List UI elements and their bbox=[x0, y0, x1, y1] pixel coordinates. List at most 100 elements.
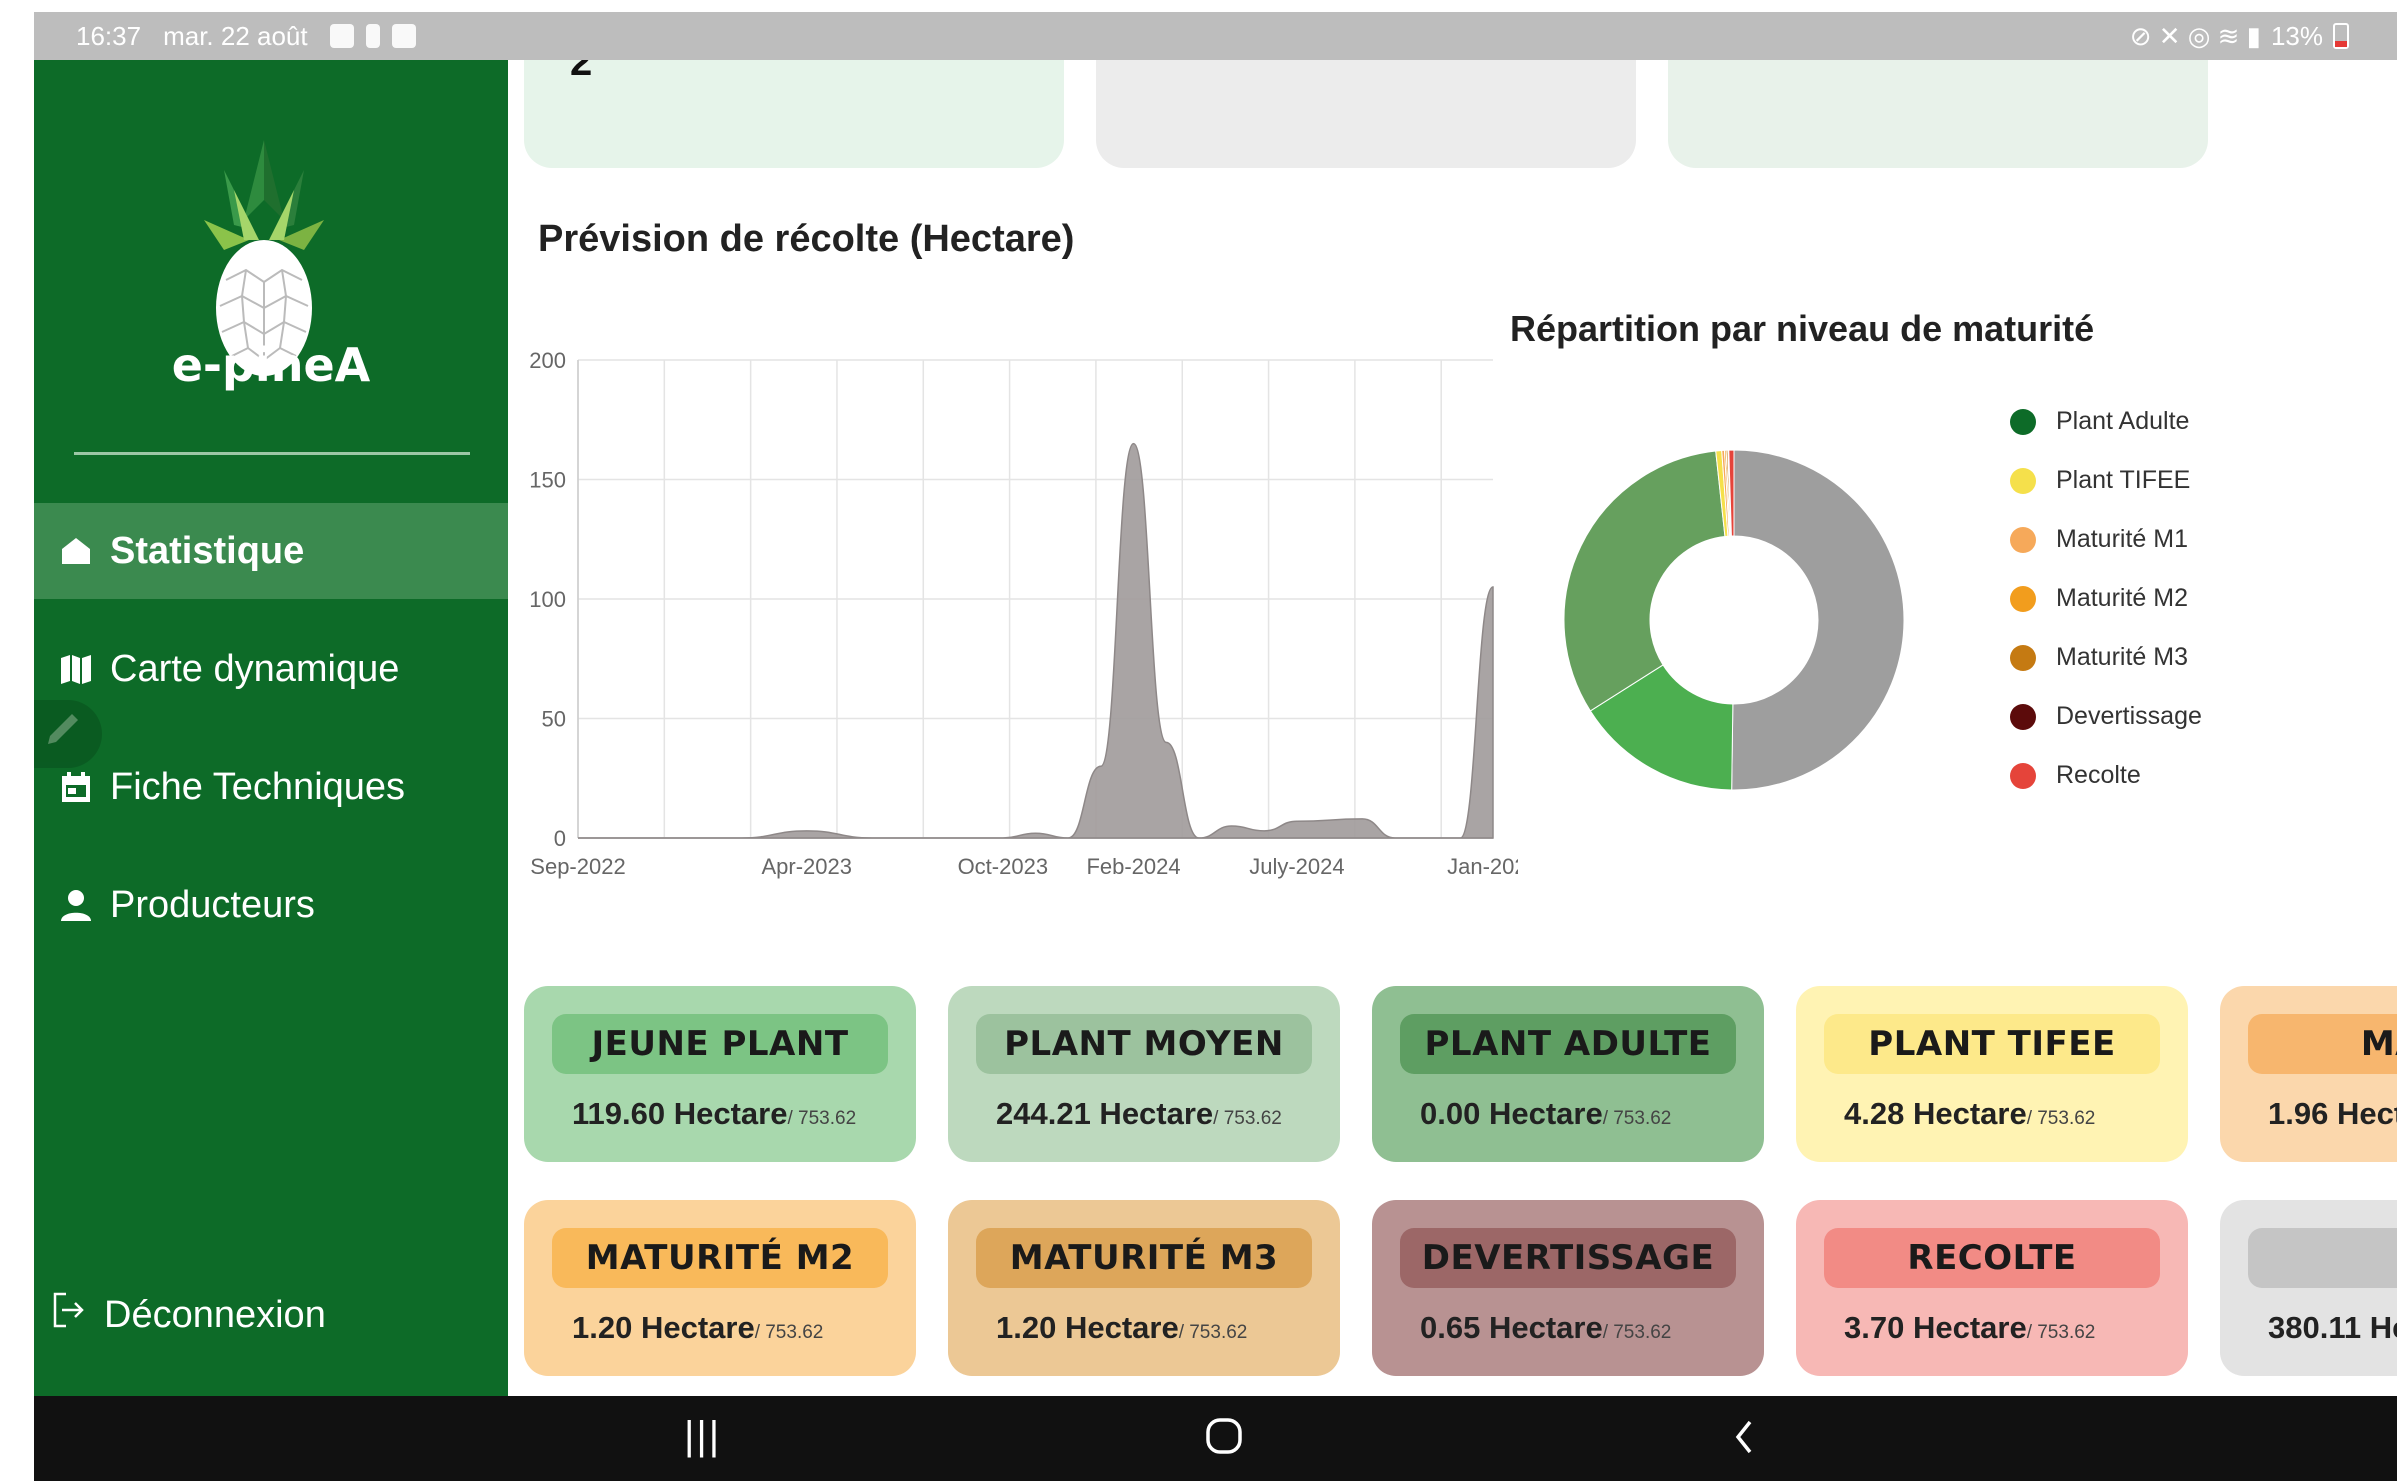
summary-card-value: 2 bbox=[570, 60, 593, 84]
y-tick-label: 50 bbox=[542, 707, 566, 732]
data-point bbox=[576, 836, 580, 840]
data-point bbox=[935, 836, 939, 840]
data-point bbox=[1164, 740, 1168, 744]
stat-card-total: / 753.62 bbox=[2026, 1108, 2096, 1129]
stat-card-value: 0.65 Hectare/ 753.62 bbox=[1420, 1310, 1671, 1346]
data-point bbox=[1458, 836, 1462, 840]
logout-label: Déconnexion bbox=[104, 1293, 326, 1336]
recent-apps-button[interactable]: ||| bbox=[684, 1414, 721, 1459]
sidebar-item-carte-dynamique[interactable]: Carte dynamique bbox=[34, 621, 508, 717]
harvest-forecast-chart: 0 50 100 150 200 Sep-2022 Apr-2023 Oct-2023 Feb-… bbox=[529, 348, 1518, 879]
back-button[interactable] bbox=[1730, 1414, 1760, 1470]
data-point bbox=[1034, 831, 1038, 835]
data-point bbox=[1491, 585, 1495, 589]
legend-label: Recolte bbox=[2056, 761, 2141, 789]
harvest-area-series bbox=[578, 442, 1494, 839]
x-tick-label: Jan-2025 bbox=[1447, 854, 1518, 879]
person-icon bbox=[58, 887, 94, 923]
x-tick-label: Apr-2023 bbox=[761, 854, 852, 879]
data-point bbox=[1360, 817, 1364, 821]
maturity-stat-card[interactable]: MATURITÉ M3 1.20 Hectare/ 753.62 bbox=[948, 1200, 1340, 1376]
stat-card-value: 380.11 He bbox=[2268, 1310, 2397, 1346]
x-tick-label: Oct-2023 bbox=[958, 854, 1049, 879]
maturity-stat-card[interactable]: PLANT MOYEN 244.21 Hectare/ 753.62 bbox=[948, 986, 1340, 1162]
donut-chart-title: Répartition par niveau de maturité bbox=[1510, 308, 2095, 349]
sidebar-item-producteurs[interactable]: Producteurs bbox=[34, 857, 508, 953]
notification-icons bbox=[329, 24, 416, 48]
legend-label: Maturité M3 bbox=[2056, 643, 2188, 671]
legend-swatch bbox=[2010, 526, 2036, 553]
data-point bbox=[1132, 442, 1136, 446]
android-nav-bar: ||| bbox=[34, 1396, 2397, 1481]
battery-icon bbox=[2333, 23, 2349, 49]
stat-card-label: PLANT ADULTE bbox=[1400, 1014, 1736, 1074]
sidebar-item-label: Statistique bbox=[110, 529, 305, 572]
stat-card-hectares: 380.11 He bbox=[2268, 1310, 2397, 1345]
summary-card bbox=[1668, 60, 2208, 168]
calendar-icon bbox=[58, 769, 94, 805]
stat-card-hectares: 119.60 Hectare bbox=[572, 1096, 788, 1131]
maturity-stat-card[interactable]: PLANT TIFEE 4.28 Hectare/ 753.62 bbox=[1796, 986, 2188, 1162]
facebook-icon bbox=[391, 24, 416, 48]
x-tick-label: Feb-2024 bbox=[1086, 854, 1180, 879]
logout-icon bbox=[52, 1290, 86, 1340]
sidebar-item-statistique[interactable]: Statistique bbox=[34, 503, 508, 599]
data-point bbox=[1001, 836, 1005, 840]
stat-card-total: / 753.62 bbox=[1602, 1322, 1672, 1343]
maturity-stat-card[interactable]: PLANT ADULTE 0.00 Hectare/ 753.62 bbox=[1372, 986, 1764, 1162]
legend-swatch bbox=[2010, 585, 2036, 612]
data-point bbox=[870, 836, 874, 840]
signal-icon: ⊘ ✕ ◎ ≋ ▮ bbox=[2129, 20, 2261, 51]
summary-card: 2 bbox=[524, 60, 1064, 168]
maturity-stat-card[interactable]: DEVERTISSAGE 0.65 Hectare/ 753.62 bbox=[1372, 1200, 1764, 1376]
legend-label: Plant TIFEE bbox=[2056, 466, 2191, 494]
stat-card-value: 1.20 Hectare/ 753.62 bbox=[996, 1310, 1247, 1346]
area-chart-title: Prévision de récolte (Hectare) bbox=[538, 218, 1075, 260]
legend-item[interactable]: Maturité M2 bbox=[2010, 569, 2202, 628]
y-tick-label: 100 bbox=[529, 587, 566, 612]
stat-card-hectares: 3.70 Hectare bbox=[1844, 1310, 2027, 1345]
sidebar-item-fiche-techniques[interactable]: Fiche Techniques bbox=[34, 739, 508, 835]
maturity-stat-card[interactable]: RECOLTE 3.70 Hectare/ 753.62 bbox=[1796, 1200, 2188, 1376]
legend-label: Devertissage bbox=[2056, 702, 2202, 730]
legend-item[interactable]: Maturité M1 bbox=[2010, 510, 2202, 569]
donut-slice bbox=[1563, 450, 1726, 712]
legend-item[interactable]: Recolte bbox=[2010, 746, 2202, 805]
stat-card-label: MATURITÉ M2 bbox=[552, 1228, 888, 1288]
legend-item[interactable]: Maturité M3 bbox=[2010, 628, 2202, 687]
legend-item[interactable]: Plant TIFEE bbox=[2010, 451, 2202, 510]
stat-card-total: / 753.62 bbox=[754, 1322, 824, 1343]
x-tick-label: July-2024 bbox=[1249, 854, 1344, 879]
legend-swatch bbox=[2010, 408, 2036, 435]
stat-card-label: DEVERTISSAGE bbox=[1400, 1228, 1736, 1288]
edit-fab[interactable] bbox=[34, 700, 102, 768]
data-point bbox=[1197, 836, 1201, 840]
stat-card-label: PLANT MOYEN bbox=[976, 1014, 1312, 1074]
sidebar-item-label: Carte dynamique bbox=[110, 647, 400, 690]
maturity-stat-card[interactable]: 380.11 He bbox=[2220, 1200, 2397, 1376]
y-tick-label: 150 bbox=[529, 468, 566, 493]
data-point bbox=[1230, 824, 1234, 828]
stat-card-label bbox=[2248, 1228, 2397, 1288]
legend-swatch bbox=[2010, 644, 2036, 671]
stat-card-hectares: 0.65 Hectare bbox=[1420, 1310, 1603, 1345]
data-point bbox=[1099, 764, 1103, 768]
stat-card-value: 3.70 Hectare/ 753.62 bbox=[1844, 1310, 2095, 1346]
tablet-screen: 16:37 mar. 22 août ⊘ ✕ ◎ ≋ ▮ 13% e-pineA… bbox=[0, 0, 2397, 1481]
maturity-stat-card[interactable]: MATURITÉ M2 1.20 Hectare/ 753.62 bbox=[524, 1200, 916, 1376]
brand-name: e-pineA bbox=[171, 338, 371, 392]
maturity-stat-card[interactable]: MATU 1.96 Hect bbox=[2220, 986, 2397, 1162]
legend-item[interactable]: Devertissage bbox=[2010, 687, 2202, 746]
stat-card-value: 1.20 Hectare/ 753.62 bbox=[572, 1310, 823, 1346]
logout-button[interactable]: Déconnexion bbox=[52, 1290, 326, 1340]
donut-legend: Plant Adulte Plant TIFEE Maturité M1 Maturi… bbox=[2010, 392, 2202, 805]
legend-swatch bbox=[2010, 467, 2036, 494]
stat-card-value: 1.96 Hect bbox=[2268, 1096, 2397, 1132]
donut-slice bbox=[1731, 449, 1905, 791]
stat-card-label: MATURITÉ M3 bbox=[976, 1228, 1312, 1288]
maturity-stat-card[interactable]: JEUNE PLANT 119.60 Hectare/ 753.62 bbox=[524, 986, 916, 1162]
data-point bbox=[739, 836, 743, 840]
stat-card-label: RECOLTE bbox=[1824, 1228, 2160, 1288]
home-button[interactable] bbox=[1204, 1414, 1244, 1470]
legend-item[interactable]: Plant Adulte bbox=[2010, 392, 2202, 451]
